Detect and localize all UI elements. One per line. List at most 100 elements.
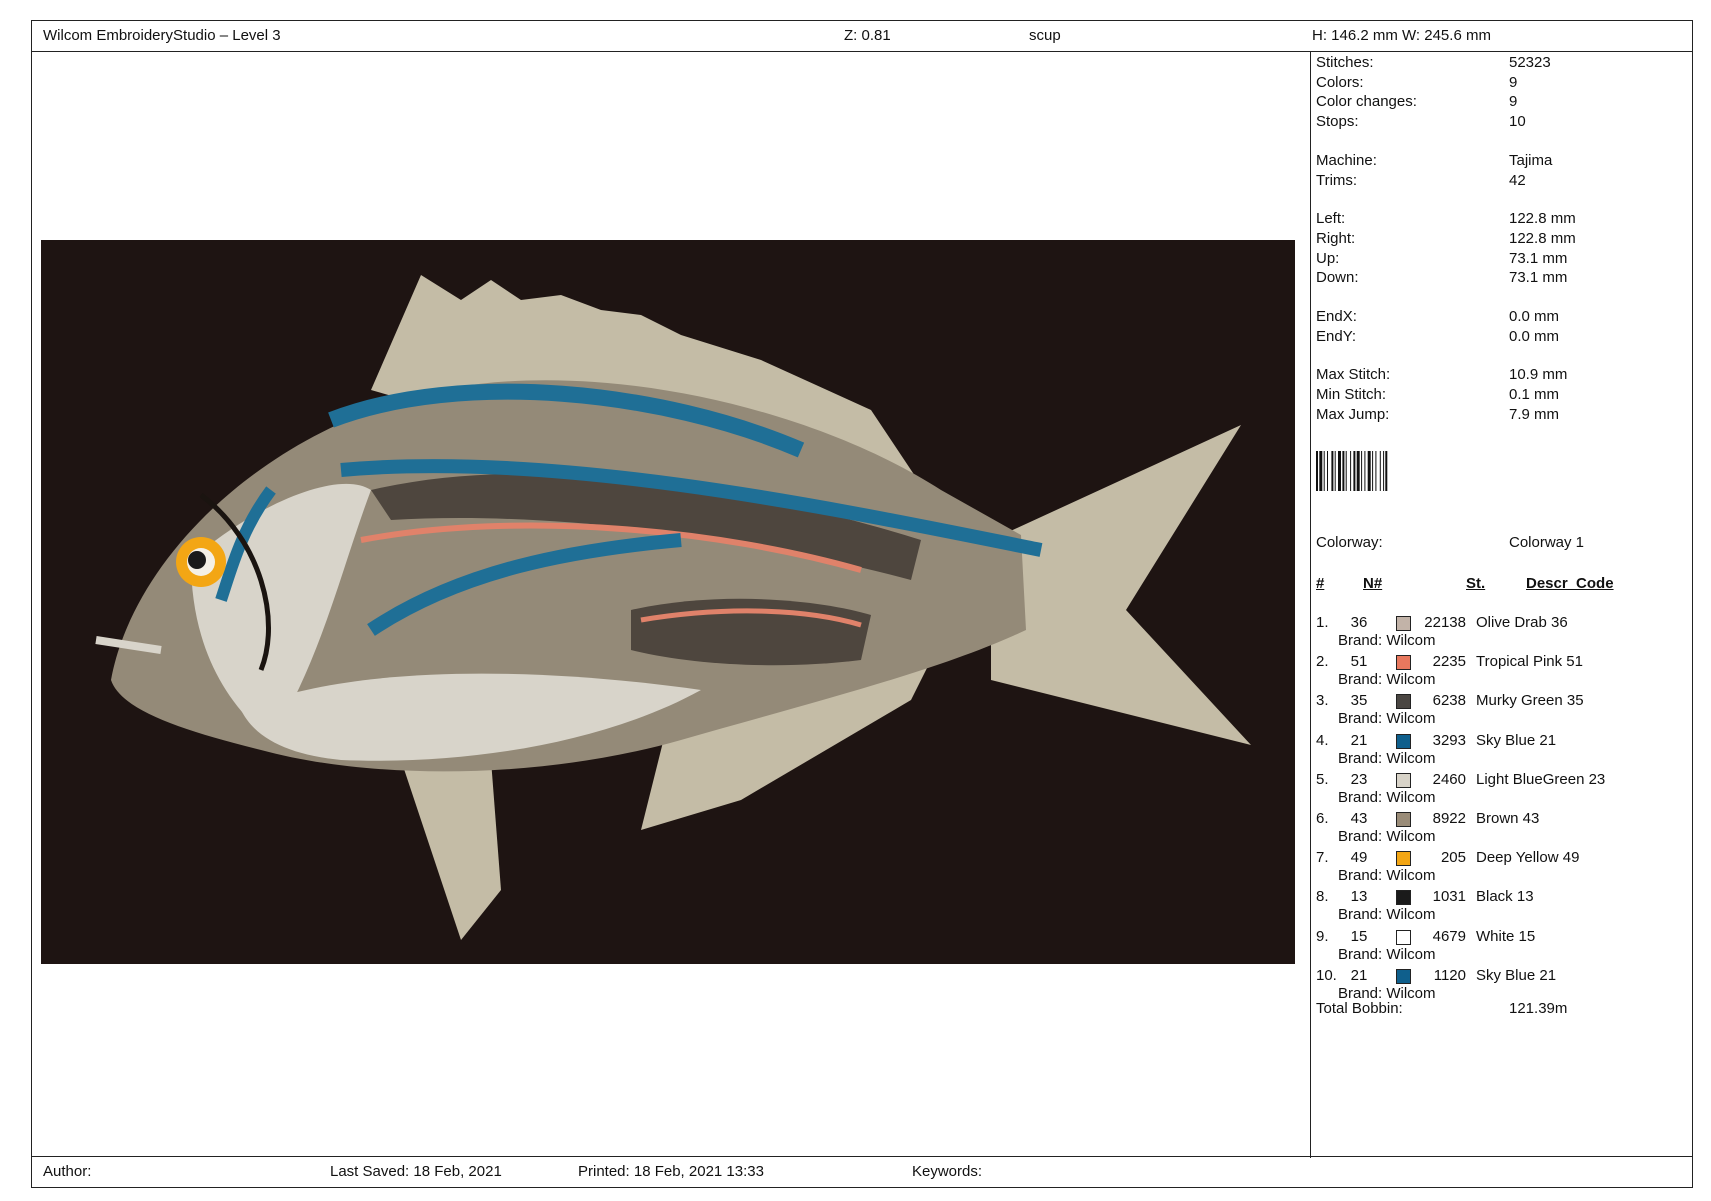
color-index: 8. — [1316, 888, 1329, 906]
color-index: 6. — [1316, 810, 1329, 827]
color-number: 36 — [1350, 614, 1368, 631]
zoom-level: Z: 0.81 — [844, 27, 891, 44]
stat-label: EndX: — [1316, 308, 1357, 325]
stat-label: Down: — [1316, 269, 1359, 287]
col-header-index: # — [1316, 575, 1325, 592]
color-swatch — [1396, 929, 1411, 945]
stat-value: 73.1 mm — [1509, 249, 1568, 267]
footer-bar: Author: Last Saved: 18 Feb, 2021 Printed… — [32, 1156, 1692, 1187]
stat-value: 10.9 mm — [1509, 366, 1568, 384]
stat-value: 9 — [1509, 93, 1518, 111]
colorway-value: Colorway 1 — [1509, 534, 1585, 551]
stat-value: 42 — [1509, 171, 1526, 189]
color-row: 7. 49 205 Deep Yellow 49 Brand: Wilcom — [1316, 849, 1686, 888]
color-description: Olive Drab 36 — [1476, 614, 1568, 631]
color-brand: Brand: Wilcom — [1338, 749, 1436, 767]
colorway-label: Colorway: — [1316, 534, 1383, 551]
color-brand: Brand: Wilcom — [1338, 867, 1436, 885]
stat-label: Max Jump: — [1316, 405, 1390, 423]
color-stitches: 1031 — [1432, 888, 1466, 906]
stat-value: 9 — [1509, 73, 1518, 91]
color-description: Sky Blue 21 — [1476, 731, 1557, 749]
color-brand: Brand: Wilcom — [1338, 945, 1436, 963]
author-label: Author: — [43, 1163, 92, 1180]
stat-label: Colors: — [1316, 73, 1364, 91]
stat-label: Up: — [1316, 249, 1340, 267]
design-name: scup — [1029, 27, 1061, 44]
color-row: 8. 13 1031 Black 13 Brand: Wilcom — [1316, 888, 1686, 927]
stat-value: 122.8 mm — [1509, 210, 1576, 228]
col-header-stitches: St. — [1466, 575, 1486, 592]
stat-label: Stitches: — [1316, 54, 1374, 71]
color-index: 4. — [1316, 731, 1329, 749]
app-title: Wilcom EmbroideryStudio – Level 3 — [43, 27, 281, 44]
stat-value: 10 — [1509, 113, 1526, 131]
col-header-number: N# — [1363, 575, 1383, 592]
color-stitches: 205 — [1440, 849, 1466, 867]
color-index: 10. — [1316, 966, 1337, 984]
colorway-row: Colorway: Colorway 1 — [1316, 534, 1676, 551]
color-stitches: 2235 — [1432, 653, 1466, 671]
color-row: 2. 51 2235 Tropical Pink 51 Brand: Wilcom — [1316, 653, 1686, 692]
color-swatch — [1396, 694, 1411, 710]
color-description: Light BlueGreen 23 — [1476, 770, 1606, 788]
fish-embroidery-image — [41, 240, 1295, 964]
color-swatch — [1396, 733, 1411, 749]
bobbin-row: Total Bobbin: 121.39m — [1316, 1000, 1676, 1017]
color-stitches: 3293 — [1432, 731, 1466, 749]
stat-label: Left: — [1316, 210, 1346, 228]
color-description: Black 13 — [1476, 888, 1534, 906]
keywords-label: Keywords: — [912, 1163, 983, 1180]
color-stitches: 6238 — [1432, 692, 1466, 710]
stat-value: 0.1 mm — [1509, 386, 1560, 404]
color-stitches: 1120 — [1433, 966, 1466, 984]
color-brand: Brand: Wilcom — [1338, 632, 1436, 649]
stat-label: Min Stitch: — [1316, 386, 1387, 404]
stat-label: Max Stitch: — [1316, 366, 1391, 384]
color-swatch — [1396, 812, 1411, 827]
bobbin-label: Total Bobbin: — [1316, 1000, 1403, 1017]
color-number: 23 — [1350, 770, 1368, 788]
color-stitches: 4679 — [1432, 927, 1466, 945]
color-index: 2. — [1316, 653, 1329, 671]
color-number: 43 — [1350, 810, 1368, 827]
stat-value: Tajima — [1509, 151, 1553, 169]
barcode-icon — [1316, 451, 1436, 491]
color-number: 49 — [1350, 849, 1368, 867]
embroidery-design-preview — [41, 240, 1295, 964]
stat-label: Color changes: — [1316, 93, 1417, 111]
color-number: 13 — [1350, 888, 1368, 906]
stat-label: Stops: — [1316, 113, 1359, 131]
stat-label: EndY: — [1316, 327, 1357, 345]
stat-value: 73.1 mm — [1509, 269, 1568, 287]
color-index: 3. — [1316, 692, 1329, 710]
eye-pupil — [188, 551, 206, 569]
color-description: Brown 43 — [1476, 810, 1540, 827]
color-swatch — [1396, 890, 1411, 906]
header-bar: Wilcom EmbroideryStudio – Level 3 Z: 0.8… — [32, 21, 1692, 52]
stat-label: Right: — [1316, 229, 1356, 247]
color-number: 15 — [1350, 927, 1368, 945]
color-stitches: 2460 — [1432, 770, 1466, 788]
color-description: Murky Green 35 — [1476, 692, 1584, 710]
color-swatch — [1396, 616, 1411, 631]
last-saved: Last Saved: 18 Feb, 2021 — [330, 1163, 502, 1180]
color-swatch — [1396, 772, 1411, 788]
color-brand: Brand: Wilcom — [1338, 828, 1436, 845]
stat-value: 52323 — [1509, 54, 1551, 71]
stat-value: 0.0 mm — [1509, 327, 1560, 345]
stat-label: Trims: — [1316, 171, 1358, 189]
color-description: Tropical Pink 51 — [1476, 653, 1583, 671]
color-brand: Brand: Wilcom — [1338, 788, 1436, 806]
color-swatch — [1396, 851, 1411, 867]
color-brand: Brand: Wilcom — [1338, 671, 1436, 689]
color-row: 1. 36 22138 Olive Drab 36 Brand: Wilcom — [1316, 614, 1686, 653]
stat-value: 7.9 mm — [1509, 405, 1560, 423]
color-description: White 15 — [1476, 927, 1536, 945]
color-number: 21 — [1350, 731, 1368, 749]
color-brand: Brand: Wilcom — [1338, 710, 1436, 728]
color-row: 4. 21 3293 Sky Blue 21 Brand: Wilcom — [1316, 732, 1686, 771]
color-index: 9. — [1316, 927, 1329, 945]
color-brand: Brand: Wilcom — [1338, 906, 1436, 924]
color-row: 6. 43 8922 Brown 43 Brand: Wilcom — [1316, 810, 1686, 849]
